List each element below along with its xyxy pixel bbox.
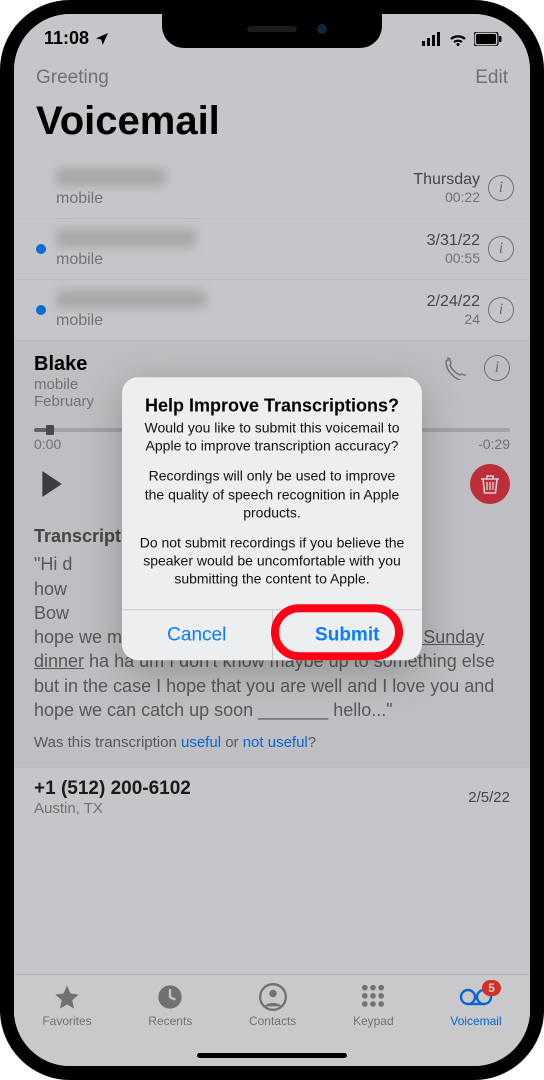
screen: 11:08 Greeting Edit Voicemail x mobile	[14, 14, 530, 1066]
alert-message: Do not submit recordings if you believe …	[138, 533, 406, 588]
submit-button[interactable]: Submit	[273, 611, 423, 661]
alert-message: Would you like to submit this voicemail …	[138, 418, 406, 454]
iphone-frame: 11:08 Greeting Edit Voicemail x mobile	[0, 0, 544, 1080]
alert-title: Help Improve Transcriptions?	[138, 395, 406, 416]
cancel-button[interactable]: Cancel	[122, 611, 273, 661]
alert-message: Recordings will only be used to improve …	[138, 467, 406, 522]
alert-dialog: Help Improve Transcriptions? Would you l…	[122, 377, 422, 661]
